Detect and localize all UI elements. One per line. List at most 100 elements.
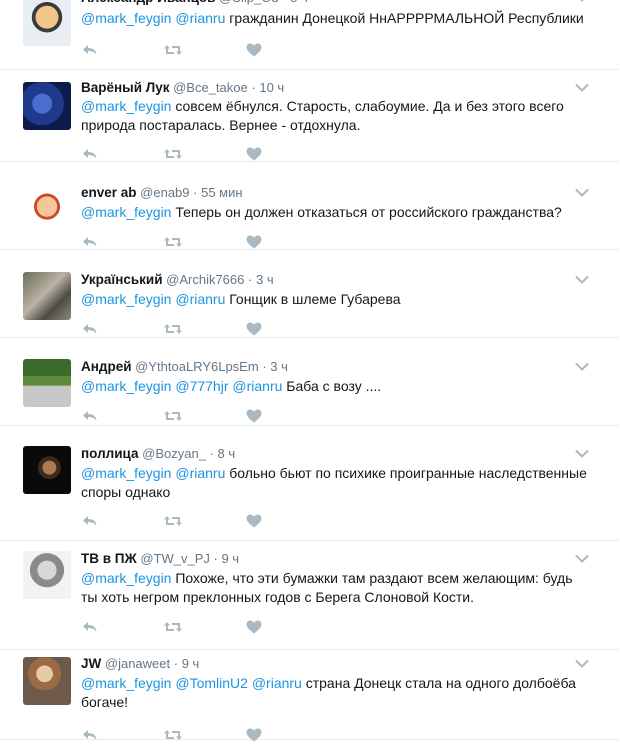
reply-icon[interactable] xyxy=(81,407,99,425)
mention-link[interactable]: @rianru xyxy=(252,675,302,691)
user-name[interactable]: Український xyxy=(81,272,163,287)
user-handle[interactable]: @janaweet xyxy=(105,656,170,671)
mention-link[interactable]: @rianru xyxy=(175,465,225,481)
user-handle[interactable]: @Slip_Od xyxy=(219,0,278,5)
retweet-icon[interactable] xyxy=(163,726,183,744)
mention-link[interactable]: @mark_feygin xyxy=(81,291,171,307)
chevron-down-icon[interactable] xyxy=(575,449,589,459)
mention-link[interactable]: @mark_feygin xyxy=(81,10,171,26)
mention-link[interactable]: @mark_feygin xyxy=(81,98,171,114)
tweet-actions xyxy=(81,145,281,163)
tweet[interactable]: Варёный Лук @Bce_takoe · 10 ч @mark_feyg… xyxy=(0,70,619,162)
mention-link[interactable]: @777hjr xyxy=(175,378,228,394)
tweet-text: @mark_feygin @rianru Гонщик в шлеме Губа… xyxy=(81,290,591,309)
reply-icon[interactable] xyxy=(81,618,99,636)
avatar[interactable] xyxy=(23,272,71,320)
mention-link[interactable]: @mark_feygin xyxy=(81,204,171,220)
avatar[interactable] xyxy=(23,657,71,705)
retweet-icon[interactable] xyxy=(163,512,183,530)
tweet[interactable]: Александр Иванцов @Slip_Od · 8 ч @mark_f… xyxy=(0,0,619,70)
reply-icon[interactable] xyxy=(81,512,99,530)
like-icon[interactable] xyxy=(245,233,263,251)
like-icon[interactable] xyxy=(245,41,263,59)
user-handle[interactable]: @YthtoaLRY6LpsEm xyxy=(135,359,259,374)
mention-link[interactable]: @rianru xyxy=(232,378,282,394)
avatar[interactable] xyxy=(23,551,71,599)
separator-dot: · xyxy=(251,80,256,95)
mention-link[interactable]: @rianru xyxy=(175,291,225,307)
tweet-body: Баба с возу .... xyxy=(286,378,382,394)
tweet-time[interactable]: 9 ч xyxy=(221,551,239,566)
retweet-icon[interactable] xyxy=(163,618,183,636)
retweet-icon[interactable] xyxy=(163,320,183,338)
user-handle[interactable]: @enab9 xyxy=(140,185,189,200)
avatar[interactable] xyxy=(23,82,71,130)
tweet-text: @mark_feygin @777hjr @rianru Баба с возу… xyxy=(81,377,591,396)
chevron-down-icon[interactable] xyxy=(575,83,589,93)
chevron-down-icon[interactable] xyxy=(575,275,589,285)
tweet[interactable]: Андрей @YthtoaLRY6LpsEm · 3 ч @mark_feyg… xyxy=(0,338,619,426)
mention-link[interactable]: @mark_feygin xyxy=(81,378,171,394)
tweet-time[interactable]: 8 ч xyxy=(218,446,236,461)
reply-icon[interactable] xyxy=(81,726,99,744)
tweet-header: JW @janaweet · 9 ч xyxy=(81,656,199,672)
tweet-time[interactable]: 3 ч xyxy=(256,272,274,287)
like-icon[interactable] xyxy=(245,407,263,425)
separator-dot: · xyxy=(213,551,218,566)
user-name[interactable]: Александр Иванцов xyxy=(81,0,215,5)
tweet-text: @mark_feygin @rianru больно бьют по псих… xyxy=(81,464,591,502)
tweet[interactable]: Український @Archik7666 · 3 ч @mark_feyg… xyxy=(0,250,619,338)
like-icon[interactable] xyxy=(245,726,263,744)
reply-icon[interactable] xyxy=(81,41,99,59)
tweet[interactable]: JW @janaweet · 9 ч @mark_feygin @TomlinU… xyxy=(0,650,619,742)
user-handle[interactable]: @Bce_takoe xyxy=(173,80,248,95)
tweet[interactable]: ТВ в ПЖ @TW_v_PJ · 9 ч @mark_feygin Похо… xyxy=(0,541,619,650)
avatar[interactable] xyxy=(23,185,71,233)
mention-link[interactable]: @mark_feygin xyxy=(81,465,171,481)
retweet-icon[interactable] xyxy=(163,41,183,59)
tweet-header: Александр Иванцов @Slip_Od · 8 ч xyxy=(81,0,308,6)
like-icon[interactable] xyxy=(245,618,263,636)
like-icon[interactable] xyxy=(245,145,263,163)
tweet-time[interactable]: 9 ч xyxy=(182,656,200,671)
user-handle[interactable]: @TW_v_PJ xyxy=(140,551,210,566)
retweet-icon[interactable] xyxy=(163,407,183,425)
separator-dot: · xyxy=(173,656,179,671)
chevron-down-icon[interactable] xyxy=(575,659,589,669)
user-name[interactable]: enver ab xyxy=(81,185,137,200)
chevron-down-icon[interactable] xyxy=(575,188,589,198)
reply-icon[interactable] xyxy=(81,145,99,163)
tweet-time[interactable]: 10 ч xyxy=(259,80,284,95)
reply-icon[interactable] xyxy=(81,320,99,338)
tweet-time[interactable]: 8 ч xyxy=(290,0,308,5)
avatar[interactable] xyxy=(23,446,71,494)
tweet-header: Андрей @YthtoaLRY6LpsEm · 3 ч xyxy=(81,359,288,375)
tweet-time[interactable]: 55 мин xyxy=(201,185,242,200)
reply-icon[interactable] xyxy=(81,233,99,251)
tweet-time[interactable]: 3 ч xyxy=(270,359,288,374)
user-name[interactable]: JW xyxy=(81,656,101,671)
chevron-down-icon[interactable] xyxy=(575,0,589,3)
mention-link[interactable]: @mark_feygin xyxy=(81,570,171,586)
mention-link[interactable]: @mark_feygin xyxy=(81,675,171,691)
mention-link[interactable]: @rianru xyxy=(175,10,225,26)
like-icon[interactable] xyxy=(245,512,263,530)
avatar[interactable] xyxy=(23,359,71,407)
retweet-icon[interactable] xyxy=(163,145,183,163)
chevron-down-icon[interactable] xyxy=(575,554,589,564)
user-name[interactable]: поллица xyxy=(81,446,139,461)
retweet-icon[interactable] xyxy=(163,233,183,251)
like-icon[interactable] xyxy=(245,320,263,338)
user-handle[interactable]: @Bozyan_ xyxy=(142,446,206,461)
chevron-down-icon[interactable] xyxy=(575,362,589,372)
user-name[interactable]: ТВ в ПЖ xyxy=(81,551,137,566)
separator-dot: · xyxy=(282,0,286,5)
mention-link[interactable]: @TomlinU2 xyxy=(175,675,248,691)
user-handle[interactable]: @Archik7666 xyxy=(166,272,244,287)
tweet[interactable]: поллица @Bozyan_ · 8 ч @mark_feygin @ria… xyxy=(0,426,619,541)
tweet[interactable]: enver ab @enab9 · 55 мин @mark_feygin Те… xyxy=(0,162,619,250)
avatar[interactable] xyxy=(23,0,71,46)
user-name[interactable]: Варёный Лук xyxy=(81,80,169,95)
separator-dot: · xyxy=(209,446,214,461)
user-name[interactable]: Андрей xyxy=(81,359,132,374)
